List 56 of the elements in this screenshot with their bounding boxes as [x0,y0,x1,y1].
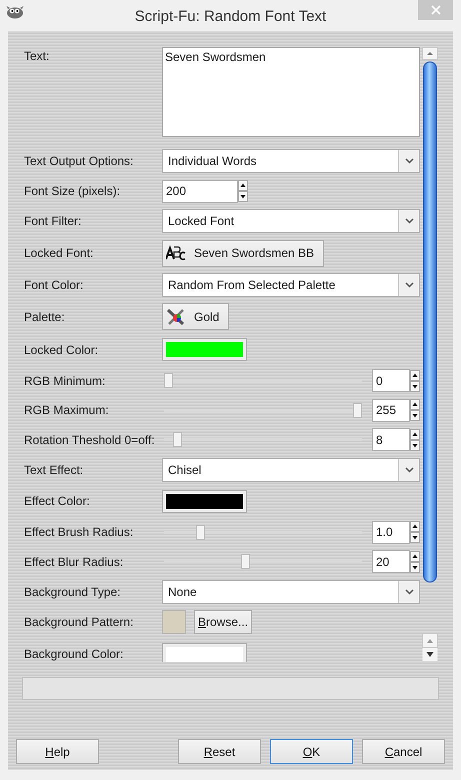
color-button[interactable] [162,490,247,512]
dialog-button[interactable]: OK [270,739,353,764]
chevron-down-icon [404,158,414,164]
field-label: RGB Maximum: [24,403,110,418]
slider[interactable] [164,402,362,418]
dropdown[interactable]: Random From Selected Palette [162,273,420,297]
field-label: Font Size (pixels): [24,184,122,198]
dialog-button[interactable]: Reset [178,739,261,764]
spinner-arrows-icon[interactable] [410,370,420,392]
chevron-down-icon [404,282,414,288]
spinner-arrows-icon[interactable] [410,399,420,422]
dialog-button[interactable]: Cancel [362,739,445,764]
browse-button[interactable]: Browse... [194,610,252,634]
font-icon [166,245,186,261]
text-area[interactable]: Seven Swordsmen [162,47,420,137]
field-label: Text Effect: [24,462,84,476]
scroll-thumb[interactable] [423,62,437,582]
spinner-arrows-icon[interactable] [410,428,420,451]
color-button[interactable] [162,642,247,662]
dropdown[interactable]: Locked Font [162,209,420,233]
palette-button[interactable]: Gold [162,303,230,330]
color-button[interactable] [162,338,247,361]
chevron-down-icon [404,466,414,472]
palette-icon [166,308,186,326]
scroll-up-button[interactable] [422,47,438,60]
window-title: Script-Fu: Random Font Text [134,7,328,25]
field-label: Effect Color: [24,494,91,508]
chevron-down-icon [404,218,414,224]
field-label: Text Output Options: [24,154,134,168]
slider[interactable] [164,373,362,388]
pattern-swatch[interactable] [162,610,186,634]
field-label: Locked Color: [24,342,100,356]
field-label: Font Color: [24,278,84,292]
spinner-arrows-icon[interactable] [410,550,420,573]
field-label: Background Type: [24,584,122,598]
field-label: Locked Font: [24,246,94,260]
dropdown[interactable]: Chisel [162,458,420,482]
field-label: Background Color: [24,647,124,661]
spinner-arrows-icon[interactable] [410,521,420,544]
dropdown[interactable]: Individual Words [162,149,420,173]
field-label: Palette: [24,310,66,324]
chevron-down-icon [404,588,414,594]
spinner-arrows-icon[interactable] [238,180,248,202]
field-label: Effect Blur Radius: [24,554,124,569]
field-label: Text: [24,49,50,63]
scroll-down-button[interactable] [422,648,438,661]
close-icon [430,5,440,15]
field-label: Font Filter: [24,214,82,228]
dropdown[interactable]: None [162,580,420,604]
field-label: Background Pattern: [24,615,134,629]
field-label: RGB Minimum: [24,374,106,388]
app-icon [6,5,24,19]
field-label: Effect Brush Radius: [24,525,134,540]
field-label: Rotation Theshold 0=off: [24,432,156,447]
font-button[interactable]: Seven Swordsmen BB [162,240,324,266]
dialog-button[interactable]: Help [16,739,99,764]
